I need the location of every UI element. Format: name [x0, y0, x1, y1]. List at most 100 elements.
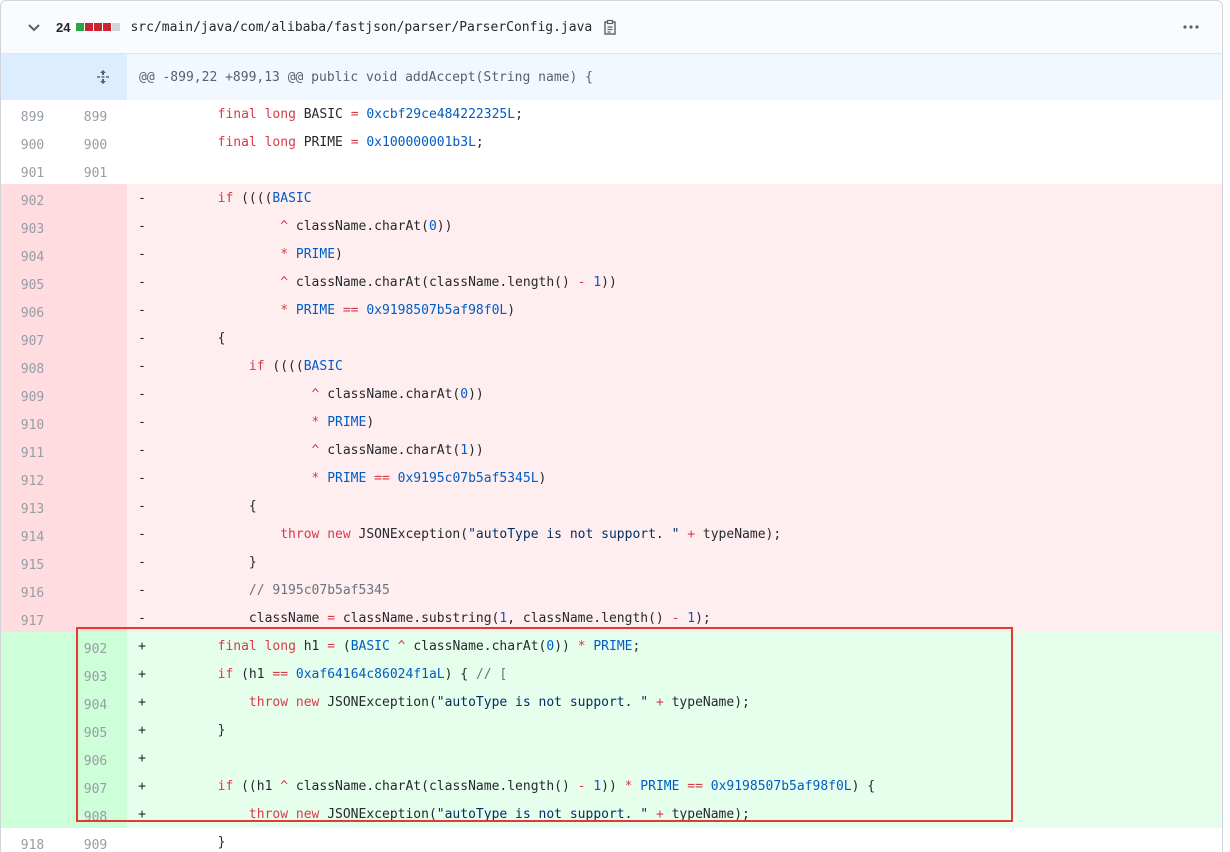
code-token: , className.length(): [507, 610, 672, 626]
new-line-number[interactable]: [64, 492, 127, 520]
kebab-horizontal-icon[interactable]: [1182, 18, 1200, 36]
new-line-number[interactable]: 904: [64, 688, 127, 716]
new-line-number[interactable]: [64, 268, 127, 296]
old-line-number[interactable]: 915: [1, 548, 64, 576]
clipboard-icon[interactable]: [602, 19, 618, 35]
old-line-number[interactable]: [1, 744, 64, 772]
expand-button[interactable]: [1, 54, 127, 100]
old-line-number[interactable]: [1, 800, 64, 828]
code-token: *: [311, 414, 328, 430]
code-line: {: [155, 324, 1222, 352]
code-token: ((((: [241, 190, 273, 206]
code-token: 0xcbf29ce484222325L: [366, 106, 516, 122]
old-line-number[interactable]: 917: [1, 604, 64, 632]
old-line-number[interactable]: [1, 772, 64, 800]
old-line-number[interactable]: 908: [1, 352, 64, 380]
new-line-number[interactable]: 901: [64, 156, 127, 184]
diff-line-add: 905 + }: [1, 716, 1222, 744]
new-line-number[interactable]: [64, 408, 127, 436]
diffstat-block: [76, 23, 85, 31]
old-line-number[interactable]: 913: [1, 492, 64, 520]
diff-line-add: 908 + throw new JSONException("autoType i…: [1, 800, 1222, 828]
old-line-number[interactable]: 902: [1, 184, 64, 212]
old-line-number[interactable]: 918: [1, 828, 64, 852]
new-line-number[interactable]: 902: [64, 632, 127, 660]
new-line-number[interactable]: [64, 184, 127, 212]
unfold-icon[interactable]: [95, 69, 111, 85]
hunk-header: @@ -899,22 +899,13 @@ public void addAcc…: [127, 54, 1222, 100]
code-token: ): [538, 470, 547, 486]
new-line-number[interactable]: [64, 212, 127, 240]
code-token: ^: [280, 274, 296, 290]
new-line-number[interactable]: [64, 576, 127, 604]
new-line-number[interactable]: [64, 296, 127, 324]
code-token: 1: [460, 442, 469, 458]
old-line-number[interactable]: 911: [1, 436, 64, 464]
new-line-number[interactable]: 908: [64, 800, 127, 828]
old-line-number[interactable]: 899: [1, 100, 64, 128]
new-line-number[interactable]: [64, 520, 127, 548]
file-path[interactable]: src/main/java/com/alibaba/fastjson/parse…: [130, 20, 592, 35]
code-token: )): [601, 274, 617, 290]
code-token: +: [687, 526, 703, 542]
new-line-number[interactable]: 900: [64, 128, 127, 156]
old-line-number[interactable]: 909: [1, 380, 64, 408]
old-line-number[interactable]: [1, 660, 64, 688]
diff-line-del: 912 - * PRIME == 0x9195c07b5af5345L): [1, 464, 1222, 492]
code-line: if ((h1 ^ className.charAt(className.len…: [155, 772, 1222, 800]
code-line: final long h1 = (BASIC ^ className.charA…: [155, 632, 1222, 660]
old-line-number[interactable]: 904: [1, 240, 64, 268]
new-line-number[interactable]: [64, 352, 127, 380]
code-line: [155, 156, 1222, 184]
old-line-number[interactable]: 910: [1, 408, 64, 436]
code-token: ^: [311, 386, 328, 402]
new-line-number[interactable]: 905: [64, 716, 127, 744]
new-line-number[interactable]: [64, 324, 127, 352]
old-line-number[interactable]: 912: [1, 464, 64, 492]
old-line-number[interactable]: 906: [1, 296, 64, 324]
new-line-number[interactable]: [64, 604, 127, 632]
old-line-number[interactable]: 914: [1, 520, 64, 548]
old-line-number[interactable]: 901: [1, 156, 64, 184]
old-line-number[interactable]: [1, 688, 64, 716]
old-line-number[interactable]: 916: [1, 576, 64, 604]
old-line-number[interactable]: 903: [1, 212, 64, 240]
new-line-number[interactable]: 909: [64, 828, 127, 852]
code-token: throw new: [280, 526, 359, 542]
new-line-number[interactable]: 899: [64, 100, 127, 128]
new-line-number[interactable]: [64, 548, 127, 576]
code-token: throw new: [248, 694, 328, 710]
old-line-number[interactable]: [1, 632, 64, 660]
new-line-number[interactable]: 906: [64, 744, 127, 772]
code-token: h1: [303, 638, 328, 654]
new-line-number[interactable]: [64, 240, 127, 268]
old-line-number[interactable]: [1, 716, 64, 744]
old-line-number[interactable]: 907: [1, 324, 64, 352]
code-line: if ((((BASIC: [155, 352, 1222, 380]
chevron-down-icon[interactable]: [26, 19, 42, 35]
code-token: 1: [593, 274, 602, 290]
code-token: ^: [280, 218, 296, 234]
code-token: =: [327, 638, 343, 654]
code-line: * PRIME): [155, 240, 1222, 268]
diff-line-del: 906 - * PRIME == 0x9198507b5af98f0L): [1, 296, 1222, 324]
new-line-number[interactable]: [64, 380, 127, 408]
code-token: final long: [217, 134, 304, 150]
new-line-number[interactable]: 907: [64, 772, 127, 800]
new-line-number[interactable]: 903: [64, 660, 127, 688]
new-line-number[interactable]: [64, 464, 127, 492]
code-token: ;: [515, 106, 523, 122]
code-token: -: [577, 778, 594, 794]
code-token: typeName);: [702, 526, 782, 542]
old-line-number[interactable]: 900: [1, 128, 64, 156]
old-line-number[interactable]: 905: [1, 268, 64, 296]
code-token: JSONException(: [358, 526, 469, 542]
new-line-number[interactable]: [64, 436, 127, 464]
diff-line-ctx: 899 899 final long BASIC = 0xcbf29ce48422…: [1, 100, 1222, 128]
code-token: className.charAt(className.length(): [295, 778, 578, 794]
